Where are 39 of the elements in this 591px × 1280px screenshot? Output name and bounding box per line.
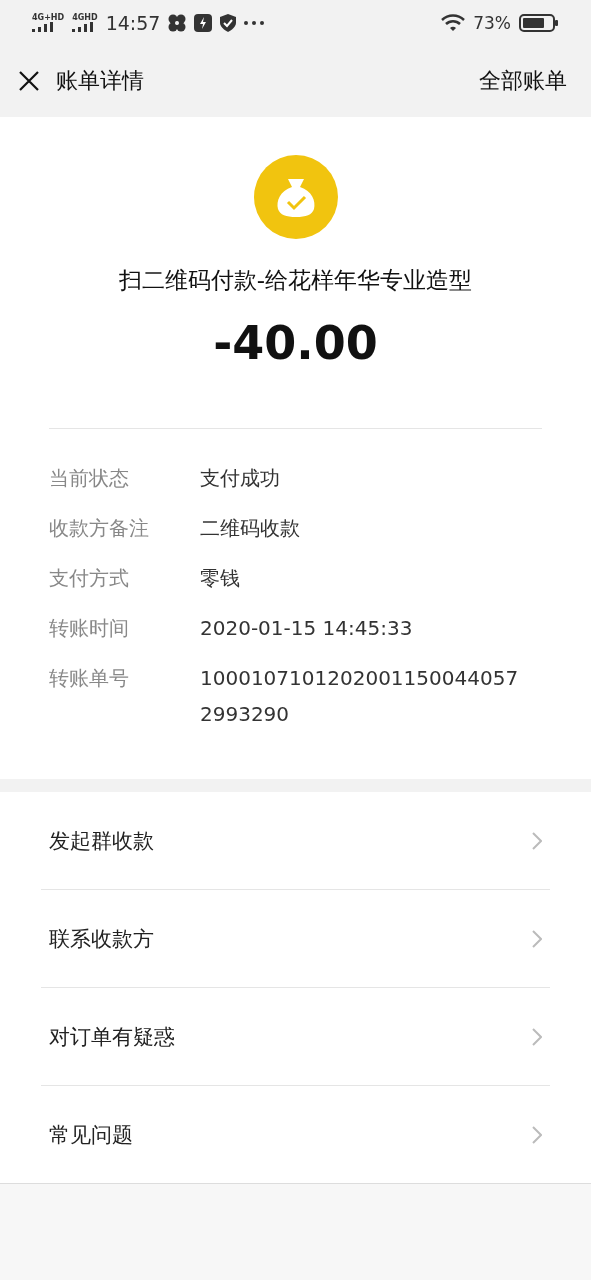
battery-icon [519, 13, 559, 32]
network-label: 4GHD [72, 13, 98, 22]
menu-item[interactable]: 发起群收款 [41, 792, 550, 889]
chevron-icon [532, 929, 542, 948]
bolt-icon [194, 13, 213, 32]
menu-item[interactable]: 对订单有疑惑 [41, 987, 550, 1085]
battery-percent: 73% [473, 12, 511, 33]
detail-value: 10001071012020011500440572993290 [200, 665, 520, 728]
detail-value: 支付成功 [200, 465, 281, 492]
chevron-icon [532, 831, 542, 850]
detail-value: 二维码收款 [200, 515, 301, 542]
more-icon [244, 20, 265, 25]
close-icon[interactable] [18, 70, 40, 92]
detail-label: 支付方式 [49, 565, 130, 592]
wifi-icon [441, 13, 466, 32]
signal-icon [32, 21, 54, 32]
menu-label: 联系收款方 [49, 925, 154, 953]
detail-value: 2020-01-15 14:45:33 [200, 615, 414, 642]
chevron-icon [532, 1027, 542, 1046]
page-title: 账单详情 [56, 67, 144, 95]
chevron-icon [532, 1125, 542, 1144]
menu-label: 发起群收款 [49, 827, 154, 855]
all-bills-link[interactable]: 全部账单 [479, 66, 567, 96]
status-time: 14:57 [105, 11, 161, 34]
menu-label: 常见问题 [49, 1121, 133, 1149]
money-bag-icon [253, 155, 338, 239]
fan-icon [168, 13, 187, 32]
amount: -40.00 [213, 316, 378, 370]
network-label: 4G+HD [32, 13, 65, 22]
detail-label: 转账时间 [49, 615, 130, 642]
detail-label: 当前状态 [49, 465, 130, 492]
detail-value: 零钱 [200, 565, 241, 592]
detail-label: 转账单号 [49, 665, 130, 692]
signal-icon [72, 21, 95, 32]
menu-item[interactable]: 联系收款方 [41, 889, 550, 987]
detail-label: 收款方备注 [49, 515, 150, 542]
menu-label: 对订单有疑惑 [49, 1023, 175, 1051]
shield-icon [220, 13, 237, 32]
payment-title: 扫二维码付款-给花样年华专业造型 [118, 266, 473, 295]
